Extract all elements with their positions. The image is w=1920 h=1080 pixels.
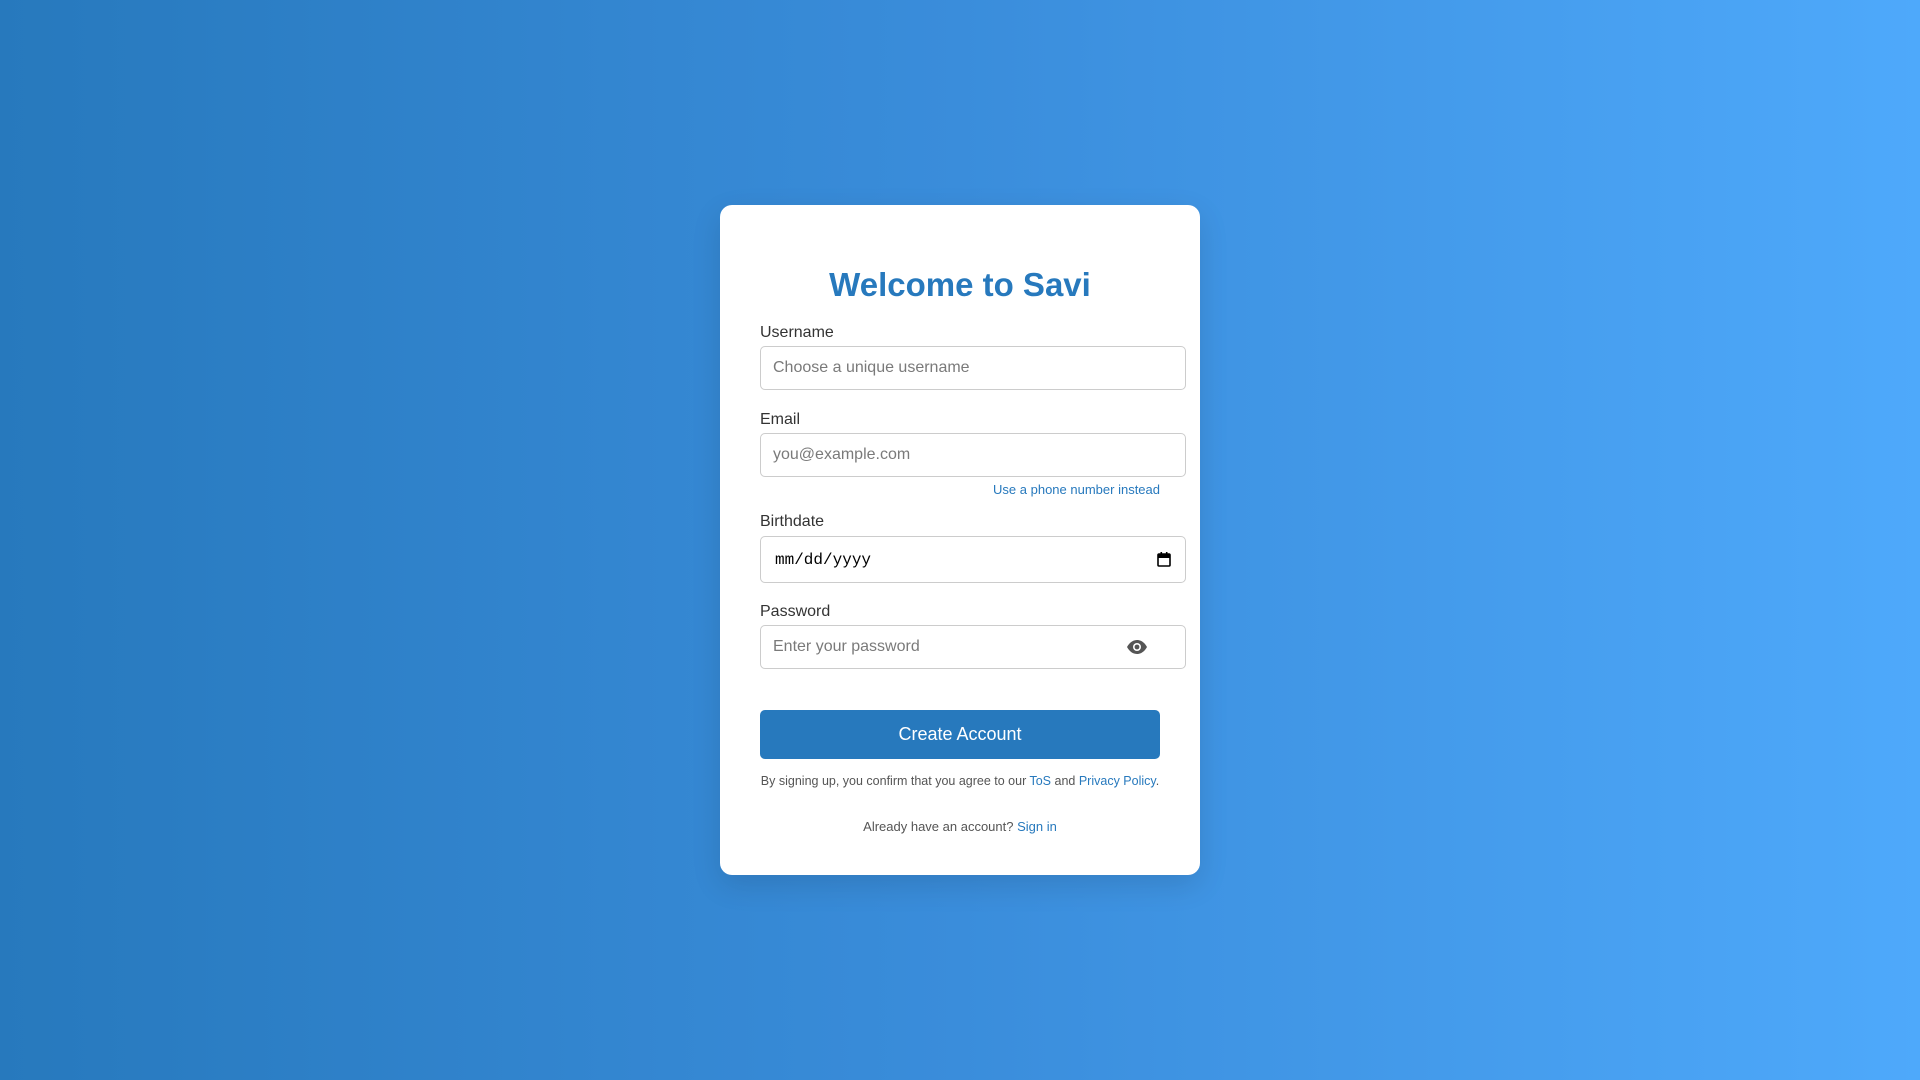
email-label: Email [760, 411, 801, 428]
signin-prefix: Already have an account? [863, 819, 1018, 834]
create-account-button[interactable]: Create Account [760, 710, 1160, 759]
birthdate-input[interactable]: mm/dd/yyyy [760, 536, 1186, 583]
birthdate-label: Birthdate [760, 513, 825, 530]
signup-card: Welcome to Savi Username Email Use a pho… [720, 205, 1200, 875]
terms-suffix: . [1155, 774, 1160, 788]
password-input[interactable] [760, 625, 1186, 669]
terms-notice: By signing up, you confirm that you agre… [760, 774, 1160, 789]
privacy-policy-link[interactable]: Privacy Policy [1079, 774, 1156, 788]
signin-prompt: Already have an account? Sign in [720, 819, 1200, 835]
tos-link[interactable]: ToS [1029, 774, 1051, 788]
terms-middle: and [1051, 774, 1079, 788]
password-label: Password [760, 603, 831, 620]
username-input[interactable] [760, 346, 1186, 390]
terms-prefix: By signing up, you confirm that you agre… [760, 774, 1030, 788]
calendar-icon[interactable] [1157, 551, 1171, 567]
sign-in-link[interactable]: Sign in [1017, 819, 1057, 834]
use-phone-link[interactable]: Use a phone number instead [993, 482, 1160, 498]
username-label: Username [760, 324, 834, 341]
email-input[interactable] [760, 433, 1186, 477]
birthdate-placeholder: mm/dd/yyyy [775, 551, 872, 569]
page-title: Welcome to Savi [829, 266, 1091, 303]
eye-icon[interactable] [1126, 639, 1148, 655]
